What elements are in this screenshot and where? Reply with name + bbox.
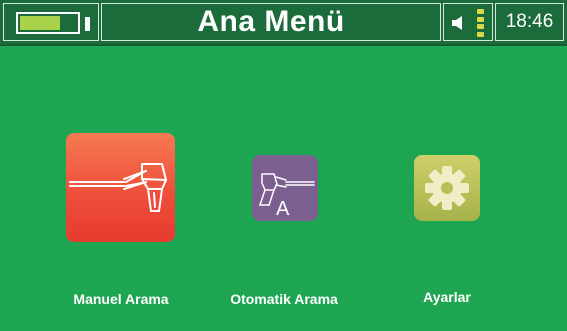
signal-bar — [477, 31, 484, 37]
battery-panel — [3, 3, 99, 41]
signal-bar — [477, 16, 484, 22]
signal-bars-icon — [477, 9, 484, 37]
gear-icon — [425, 166, 469, 210]
clock: 18:46 — [505, 11, 554, 32]
auto-search-button[interactable]: A — [252, 155, 318, 221]
detector-icon — [69, 163, 167, 212]
battery-tip — [85, 17, 90, 31]
manual-search-label[interactable]: Manuel Arama — [61, 291, 181, 307]
title-panel: Ana Menü — [101, 3, 441, 41]
status-bar: Ana Menü 18:46 — [0, 0, 567, 46]
main-menu-screen: Ana Menü 18:46 Manuel Arama A Otomatik A… — [0, 0, 567, 331]
auto-badge: A — [276, 198, 290, 220]
manual-search-button[interactable] — [66, 133, 175, 242]
auto-search-label[interactable]: Otomatik Arama — [218, 291, 350, 307]
signal-bar — [477, 24, 484, 30]
battery-icon — [16, 12, 80, 34]
settings-button[interactable] — [414, 155, 480, 221]
clock-panel: 18:46 — [495, 3, 564, 41]
settings-label[interactable]: Ayarlar — [400, 289, 494, 305]
speaker-icon[interactable] — [451, 15, 467, 31]
auto-detector-icon: A — [259, 173, 315, 220]
battery-level-fill — [20, 16, 60, 30]
signal-bar — [477, 9, 484, 14]
sound-panel[interactable] — [443, 3, 493, 41]
page-title: Ana Menü — [197, 5, 345, 38]
